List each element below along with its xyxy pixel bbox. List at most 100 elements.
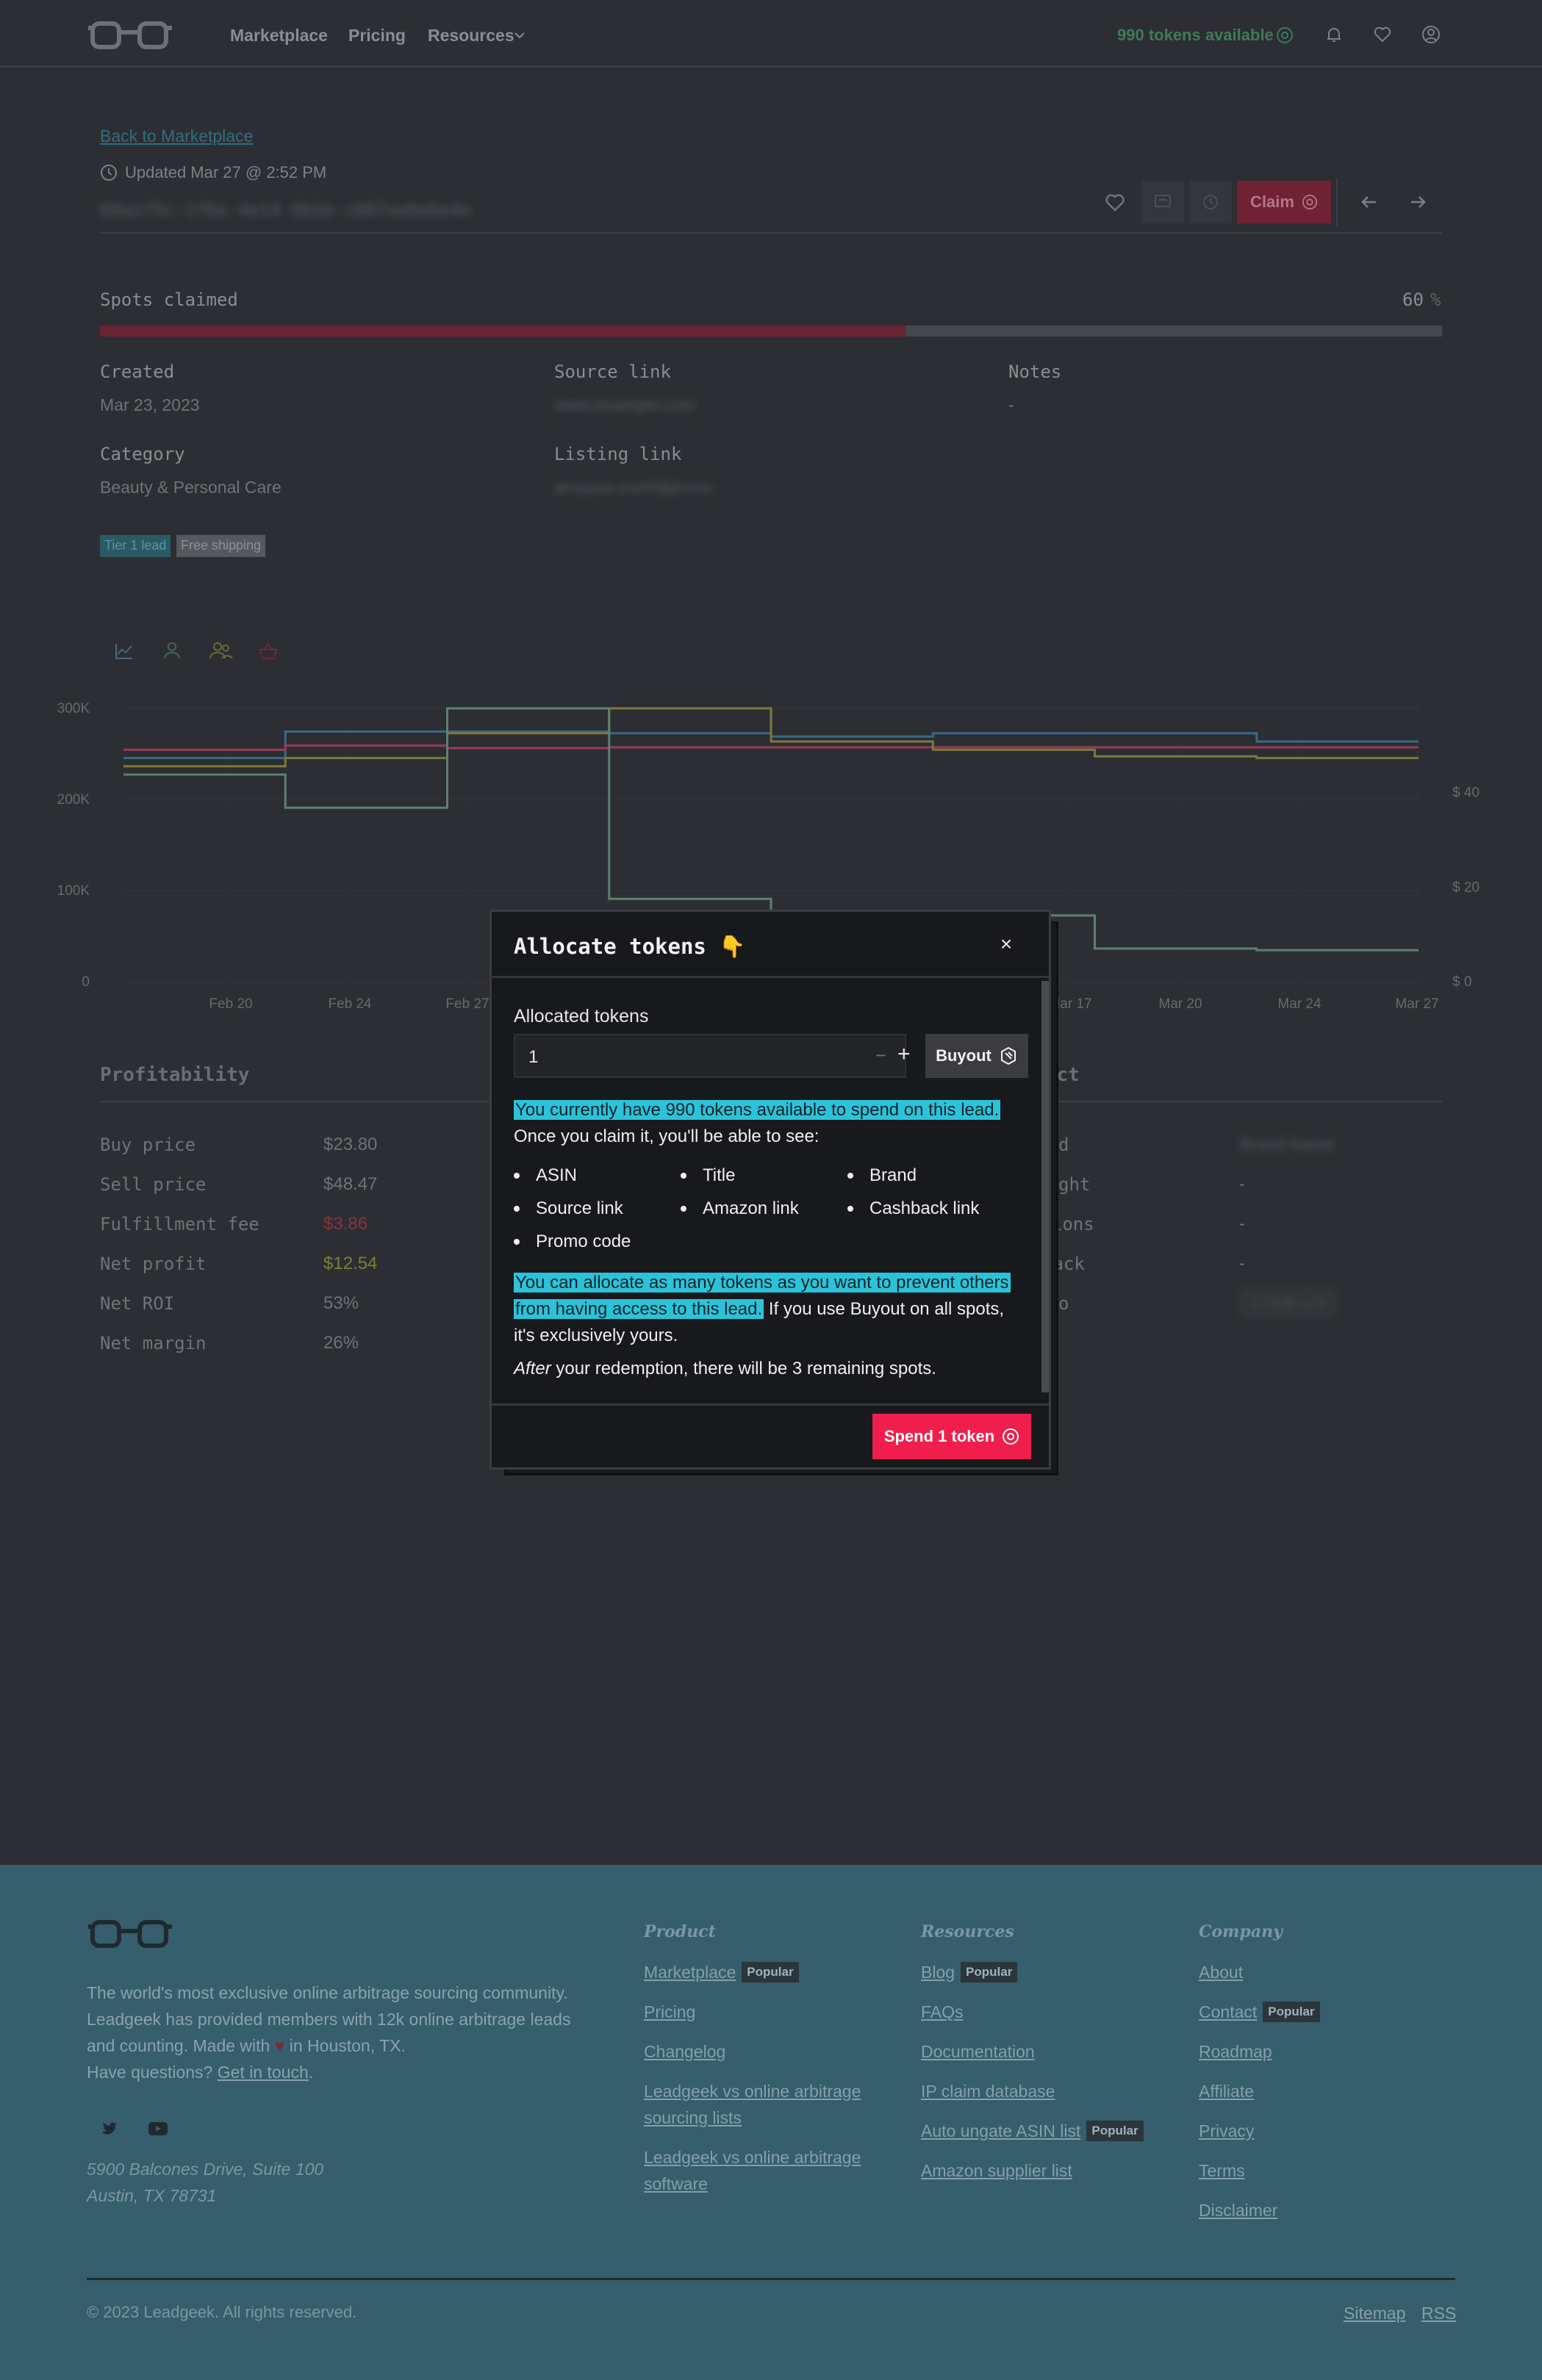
footer-link-vs-software[interactable]: Leadgeek vs online arbitrage software: [644, 2144, 894, 2197]
footer-link-contact[interactable]: Contact Popular: [1199, 1999, 1320, 2025]
comment-button[interactable]: [1141, 181, 1184, 223]
bullet-title: Title: [681, 1165, 735, 1186]
arrow-left-icon[interactable]: [1348, 181, 1391, 223]
allocation-info: You can allocate as many tokens as you w…: [514, 1270, 1021, 1349]
footer-link-documentation[interactable]: Documentation: [921, 2038, 1035, 2065]
x-tick-label: Feb 24: [328, 996, 372, 1012]
get-in-touch-link[interactable]: Get in touch: [218, 2063, 309, 2082]
y-tick-label: 0: [82, 974, 90, 990]
youtube-icon[interactable]: [147, 2119, 169, 2138]
spend-token-button[interactable]: Spend 1 token: [872, 1414, 1031, 1459]
decrement-button[interactable]: −: [875, 1044, 886, 1067]
y-tick-label: 300K: [57, 701, 90, 716]
close-icon[interactable]: ×: [994, 932, 1019, 957]
claim-button[interactable]: Claim: [1237, 181, 1331, 223]
footer-link-rss[interactable]: RSS: [1421, 2300, 1456, 2326]
x-tick-label: Feb 20: [209, 996, 252, 1012]
y-right-tick-label: $ 40: [1452, 785, 1480, 801]
nav-resources[interactable]: Resources: [428, 26, 514, 46]
allocated-tokens-value[interactable]: 1: [528, 1047, 538, 1068]
arrow-right-icon[interactable]: [1396, 181, 1439, 223]
weight-value: -: [1239, 1174, 1245, 1193]
auto-ungate-link-text: Auto ungate ASIN list: [921, 2121, 1081, 2140]
footer-company-title: Company: [1199, 1922, 1283, 1941]
net-roi-value: 53%: [323, 1293, 359, 1313]
buyout-info-1: If you use Buyout on all spots,: [764, 1299, 1005, 1319]
buy-price-value: $23.80: [323, 1135, 378, 1154]
category-label: Category: [100, 444, 185, 464]
y-right-tick-label: $ 20: [1452, 880, 1480, 895]
footer-resources-title: Resources: [921, 1922, 1014, 1941]
footer-link-privacy[interactable]: Privacy: [1199, 2118, 1254, 2144]
y-tick-label: 200K: [57, 792, 90, 808]
footer-logo[interactable]: [87, 1916, 176, 1950]
basket-icon[interactable]: [259, 642, 278, 659]
modal-scrollbar[interactable]: [1041, 981, 1049, 1392]
person-icon[interactable]: [164, 642, 180, 659]
heart-icon[interactable]: [1371, 24, 1394, 46]
allocation-highlight-1: You can allocate as many tokens as you w…: [514, 1273, 1011, 1293]
increment-button[interactable]: +: [897, 1042, 911, 1067]
twitter-icon[interactable]: [100, 2119, 119, 2138]
popular-badge: Popular: [961, 1962, 1018, 1982]
footer-link-changelog[interactable]: Changelog: [644, 2038, 725, 2065]
listing-link-value[interactable]: amazon.com/dp/xxxx: [554, 478, 713, 497]
footer-link-vs-lists[interactable]: Leadgeek vs online arbitrage sourcing li…: [644, 2078, 894, 2131]
leadgeek-logo[interactable]: [87, 18, 176, 51]
buy-price-label: Buy price: [100, 1135, 196, 1155]
product-divider: [1029, 1101, 1442, 1102]
allocation-highlight-2: from having access to this lead.: [514, 1299, 764, 1319]
history-button[interactable]: [1189, 181, 1232, 223]
net-margin-value: 26%: [323, 1333, 359, 1353]
footer-link-roadmap[interactable]: Roadmap: [1199, 2038, 1272, 2065]
brand-value: Brand Name: [1239, 1135, 1335, 1154]
allocated-tokens-label: Allocated tokens: [514, 1006, 649, 1027]
x-tick-label: Mar 27: [1395, 996, 1438, 1012]
dimensions-value: -: [1239, 1214, 1245, 1233]
user-icon[interactable]: [1420, 24, 1442, 46]
people-icon[interactable]: [209, 642, 233, 659]
footer-link-sitemap[interactable]: Sitemap: [1344, 2300, 1405, 2326]
popular-badge: Popular: [742, 1962, 799, 1982]
footer-link-terms[interactable]: Terms: [1199, 2157, 1245, 2184]
footer-link-ip-claim[interactable]: IP claim database: [921, 2078, 1055, 2104]
allocated-tokens-input[interactable]: 1 − +: [514, 1034, 911, 1078]
cashback-value: -: [1239, 1254, 1245, 1273]
tokens-available[interactable]: 990 tokens available: [1117, 26, 1274, 45]
nav-pricing[interactable]: Pricing: [348, 26, 406, 46]
promo-label: o: [1058, 1293, 1069, 1314]
address-line-2: Austin, TX 78731: [87, 2186, 217, 2205]
footer-link-supplier-list[interactable]: Amazon supplier list: [921, 2157, 1072, 2184]
footer-link-faqs[interactable]: FAQs: [921, 1999, 964, 2025]
footer-link-marketplace[interactable]: Marketplace Popular: [644, 1959, 799, 1985]
bell-icon[interactable]: [1323, 24, 1345, 46]
fulfillment-fee-label: Fulfillment fee: [100, 1214, 259, 1234]
y-right-tick-label: $ 0: [1452, 974, 1471, 990]
hexagon-token-icon: [1000, 1046, 1016, 1065]
footer-link-auto-ungate[interactable]: Auto ungate ASIN list Popular: [921, 2118, 1144, 2144]
chevron-down-icon[interactable]: [512, 28, 527, 43]
modal-title: Allocate tokens 👇: [514, 934, 746, 959]
footer-link-pricing[interactable]: Pricing: [644, 1999, 695, 2025]
comment-icon: [1155, 195, 1171, 207]
footer-link-affiliate[interactable]: Affiliate: [1199, 2078, 1254, 2104]
nav-marketplace[interactable]: Marketplace: [230, 26, 328, 46]
footer-link-about[interactable]: About: [1199, 1959, 1243, 1985]
lead-id: 60a1f5c-1f6e-4e14-9b5b-c007ae6e6e4e: [100, 200, 472, 220]
bullet-amazon-link: Amazon link: [681, 1198, 799, 1219]
line-chart-icon[interactable]: [115, 644, 132, 659]
series-line-1: [123, 744, 1419, 751]
buyout-label: Buyout: [936, 1046, 991, 1065]
x-tick-label: Mar 20: [1158, 996, 1202, 1012]
bullet-asin: ASIN: [514, 1165, 577, 1186]
source-link-value[interactable]: www.example.com: [554, 395, 695, 415]
shipping-tag: Free shipping: [176, 535, 266, 557]
questions-text: Have questions?: [87, 2063, 213, 2082]
footer-link-disclaimer[interactable]: Disclaimer: [1199, 2197, 1277, 2223]
buyout-button[interactable]: Buyout: [925, 1034, 1028, 1078]
copyright: © 2023 Leadgeek. All rights reserved.: [87, 2303, 357, 2321]
favorite-heart-icon[interactable]: [1094, 181, 1136, 223]
net-profit-value: $12.54: [323, 1254, 378, 1273]
footer-link-blog[interactable]: Blog Popular: [921, 1959, 1018, 1985]
back-to-marketplace-link[interactable]: Back to Marketplace: [100, 126, 253, 146]
